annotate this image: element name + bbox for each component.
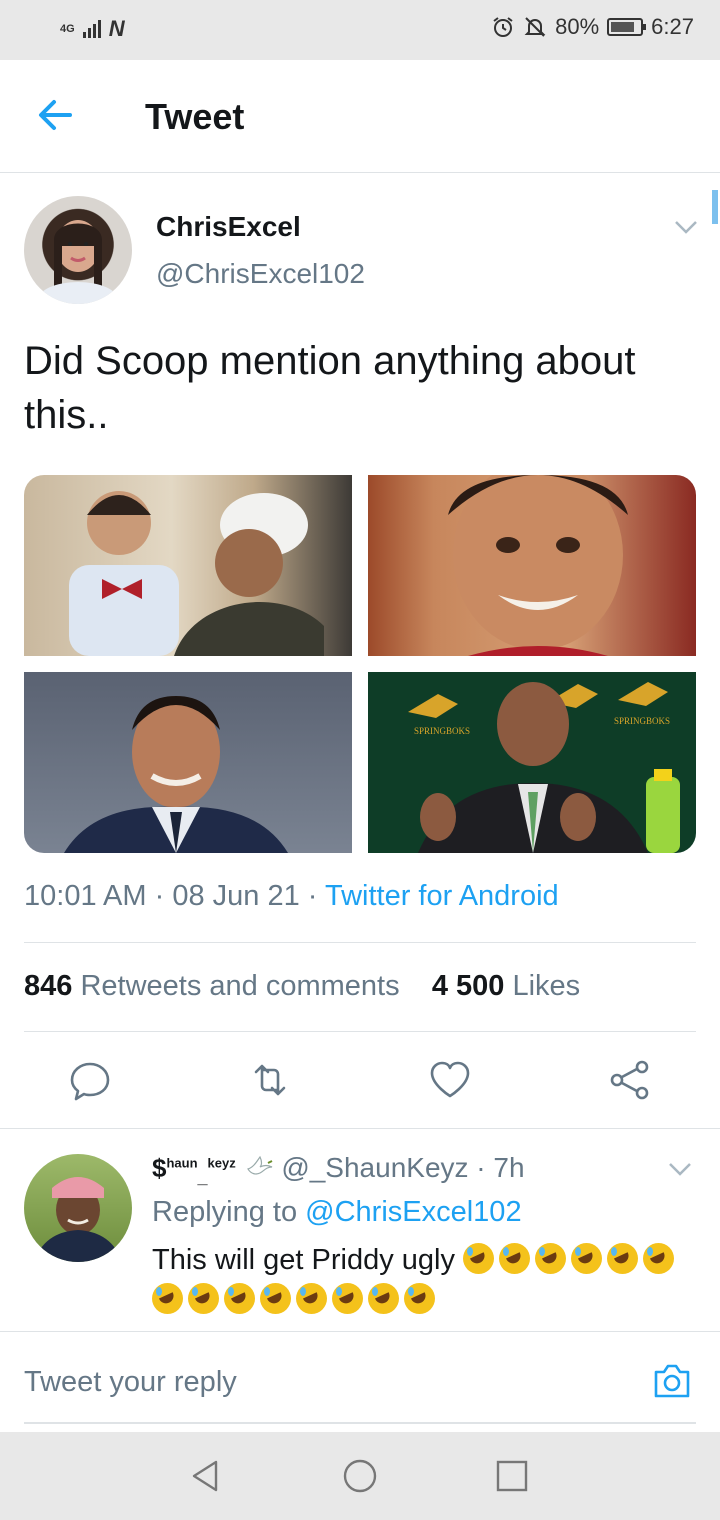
reply-header: $haun_keyz @_ShaunKeyz · 7h bbox=[152, 1152, 525, 1188]
reply-display-name[interactable]: $haun_keyz bbox=[152, 1153, 236, 1187]
status-right: 80% 6:27 bbox=[491, 14, 694, 40]
author-avatar[interactable] bbox=[24, 196, 132, 304]
app-bar: Tweet bbox=[0, 60, 720, 173]
laughing-emoji-icon bbox=[463, 1243, 495, 1274]
svg-text:SPRINGBOKS: SPRINGBOKS bbox=[614, 716, 670, 726]
page-title: Tweet bbox=[145, 96, 245, 137]
signal-icon bbox=[82, 20, 101, 38]
media-photo-3[interactable] bbox=[24, 672, 352, 853]
laughing-emoji-icon bbox=[499, 1243, 531, 1274]
author-name[interactable]: ChrisExcel bbox=[156, 211, 301, 243]
avatar-figure bbox=[38, 220, 118, 304]
likes-count: 4 500 bbox=[431, 970, 505, 1002]
divider bbox=[0, 1331, 720, 1332]
laughing-emoji-icon bbox=[571, 1243, 603, 1274]
camera-icon[interactable] bbox=[652, 1362, 692, 1400]
dove-emoji-icon bbox=[244, 1153, 274, 1179]
media-photo-4[interactable]: SPRINGBOKS SPRINGBOKS bbox=[368, 672, 696, 853]
laughing-emoji-icon bbox=[607, 1243, 639, 1274]
divider bbox=[0, 1128, 720, 1129]
media-photo-1[interactable] bbox=[24, 475, 352, 656]
battery-icon bbox=[607, 18, 647, 36]
laughing-emoji-icon bbox=[535, 1243, 567, 1274]
back-arrow-icon[interactable] bbox=[30, 90, 80, 140]
divider bbox=[24, 1031, 696, 1032]
retweets-stat[interactable]: 846 Retweets and comments bbox=[24, 970, 400, 1002]
chevron-down-icon[interactable] bbox=[672, 214, 700, 238]
tweet-source-link[interactable]: Twitter for Android bbox=[325, 880, 559, 912]
meta-separator: · bbox=[299, 880, 325, 912]
reply-avatar-figure bbox=[34, 1177, 122, 1262]
system-nav-bar bbox=[0, 1432, 720, 1520]
nav-recents-icon[interactable] bbox=[494, 1458, 530, 1494]
reply-text: This will get Priddy ugly bbox=[152, 1244, 455, 1276]
nfc-icon: N bbox=[108, 16, 125, 41]
media-grid: SPRINGBOKS SPRINGBOKS bbox=[24, 475, 696, 853]
replying-prefix: Replying to bbox=[152, 1196, 298, 1228]
media-photo-2[interactable] bbox=[368, 475, 696, 656]
reply-composer[interactable]: Tweet your reply bbox=[24, 1340, 696, 1424]
display-name-part: haun bbox=[166, 1155, 198, 1171]
laughing-emoji-icon bbox=[332, 1283, 363, 1314]
svg-text:SPRINGBOKS: SPRINGBOKS bbox=[414, 726, 470, 736]
divider bbox=[24, 942, 696, 943]
display-name-part: keyz bbox=[207, 1155, 236, 1171]
laughing-emoji-icon bbox=[368, 1283, 399, 1314]
like-heart-icon[interactable] bbox=[428, 1058, 472, 1102]
status-left: 4G N bbox=[60, 16, 125, 42]
retweet-icon[interactable] bbox=[248, 1058, 292, 1102]
share-icon[interactable] bbox=[608, 1058, 652, 1102]
scrollbar[interactable] bbox=[712, 190, 718, 224]
nav-home-icon[interactable] bbox=[342, 1458, 378, 1494]
reply-avatar[interactable] bbox=[24, 1154, 132, 1262]
reply-age: 7h bbox=[493, 1152, 525, 1183]
laughing-emoji-icon bbox=[152, 1283, 183, 1314]
battery-percent: 80% bbox=[555, 14, 600, 39]
reply-handle[interactable]: @_ShaunKeyz bbox=[281, 1152, 468, 1183]
retweets-count: 846 bbox=[24, 970, 73, 1002]
laughing-emoji-icon bbox=[188, 1283, 219, 1314]
reply-text-block: This will get Priddy ugly bbox=[152, 1240, 702, 1320]
tweet-stats: 846 Retweets and comments 4 500 Likes bbox=[24, 970, 580, 1003]
retweets-label: Retweets and comments bbox=[80, 970, 400, 1002]
reply-separator: · bbox=[468, 1152, 494, 1183]
tweet-meta: 10:01 AM · 08 Jun 21 · Twitter for Andro… bbox=[24, 880, 559, 913]
reply-input-placeholder[interactable]: Tweet your reply bbox=[24, 1366, 237, 1399]
laughing-emoji-icon bbox=[260, 1283, 291, 1314]
reply-chevron-down-icon[interactable] bbox=[666, 1156, 694, 1180]
tweet-time: 10:01 AM bbox=[24, 880, 147, 912]
tweet-date: 08 Jun 21 bbox=[172, 880, 300, 912]
alarm-icon bbox=[493, 17, 513, 37]
author-handle[interactable]: @ChrisExcel102 bbox=[156, 258, 365, 290]
laughing-emoji-icon bbox=[296, 1283, 327, 1314]
reply-icon[interactable] bbox=[68, 1058, 112, 1102]
tweet-actions bbox=[0, 1050, 720, 1110]
display-name-part: $ bbox=[152, 1153, 167, 1183]
replying-to: Replying to @ChrisExcel102 bbox=[152, 1196, 522, 1229]
clock: 6:27 bbox=[651, 14, 694, 39]
network-type-label: 4G bbox=[60, 22, 75, 35]
tweet-text: Did Scoop mention anything about this.. bbox=[24, 339, 636, 437]
laughing-emoji-icon bbox=[404, 1283, 435, 1314]
replying-to-link[interactable]: @ChrisExcel102 bbox=[305, 1196, 521, 1228]
laughing-emoji-icon bbox=[224, 1283, 255, 1314]
mute-icon bbox=[524, 17, 546, 37]
display-name-part: _ bbox=[197, 1167, 208, 1188]
likes-stat[interactable]: 4 500 Likes bbox=[432, 970, 580, 1002]
nav-back-icon[interactable] bbox=[188, 1458, 224, 1494]
laughing-emoji-icon bbox=[643, 1243, 675, 1274]
likes-label: Likes bbox=[512, 970, 581, 1002]
meta-separator: · bbox=[146, 880, 173, 912]
status-bar: 4G N 80% 6:27 bbox=[0, 0, 720, 60]
